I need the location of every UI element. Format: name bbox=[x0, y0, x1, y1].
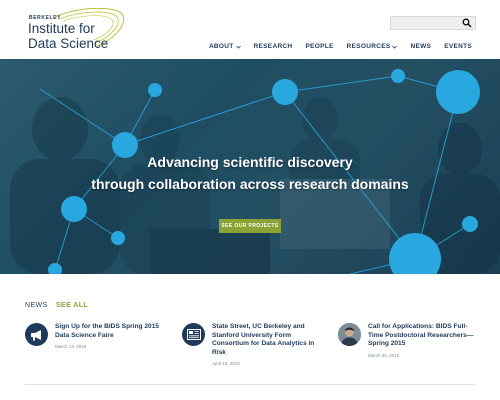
hero-headline-line2: through collaboration across research do… bbox=[91, 176, 409, 192]
section-divider bbox=[25, 384, 475, 385]
nav-item-about[interactable]: ABOUT bbox=[209, 43, 241, 50]
megaphone-icon bbox=[30, 329, 41, 340]
see-all-link[interactable]: SEE ALL bbox=[56, 302, 88, 309]
news-text: Call for Applications: BIDS Full-Time Po… bbox=[368, 323, 478, 358]
news-date: March 13, 2015 bbox=[55, 344, 87, 349]
main-nav: ABOUT RESEARCH PEOPLE RESOURCES NEWS EVE… bbox=[209, 43, 472, 50]
news-thumbnail[interactable] bbox=[338, 323, 361, 346]
chevron-down-icon bbox=[235, 45, 241, 49]
logo-title-line1: Institute for bbox=[28, 21, 95, 36]
news-date: April 15, 2015 bbox=[212, 361, 240, 366]
chevron-down-icon bbox=[392, 45, 398, 49]
nav-item-label: EVENTS bbox=[444, 43, 472, 50]
nav-item-news[interactable]: NEWS bbox=[410, 43, 431, 50]
nav-item-resources[interactable]: RESOURCES bbox=[347, 43, 398, 50]
nav-item-label: PEOPLE bbox=[305, 43, 334, 50]
nav-item-label: RESOURCES bbox=[346, 43, 391, 50]
search-box bbox=[390, 16, 476, 30]
news-text: Sign Up for the BIDS Spring 2015 Data Sc… bbox=[55, 323, 165, 349]
news-item: State Street, UC Berkeley and Stanford U… bbox=[182, 323, 322, 366]
news-title[interactable]: Sign Up for the BIDS Spring 2015 Data Sc… bbox=[55, 323, 165, 340]
news-item: Sign Up for the BIDS Spring 2015 Data Sc… bbox=[25, 323, 165, 349]
nav-item-label: ABOUT bbox=[208, 43, 234, 50]
nav-item-label: RESEARCH bbox=[253, 43, 293, 50]
nav-item-research[interactable]: RESEARCH bbox=[254, 43, 293, 50]
hero-banner: Advancing scientific discovery through c… bbox=[0, 59, 500, 274]
bids-logo[interactable]: BERKELEY Institute for Data Science bbox=[25, 8, 135, 54]
nav-item-label: NEWS bbox=[410, 43, 432, 50]
see-our-projects-button[interactable]: SEE OUR PROJECTS bbox=[219, 219, 281, 233]
hero-headline-line1: Advancing scientific discovery bbox=[147, 154, 353, 170]
logo-title-line2: Data Science bbox=[28, 36, 109, 51]
news-thumbnail[interactable] bbox=[25, 323, 48, 346]
search-input[interactable] bbox=[391, 17, 461, 29]
news-date: March 30, 2015 bbox=[368, 352, 400, 358]
nav-item-events[interactable]: EVENTS bbox=[444, 43, 472, 50]
news-item: Call for Applications: BIDS Full-Time Po… bbox=[338, 323, 478, 358]
newspaper-icon bbox=[186, 329, 201, 340]
person-avatar bbox=[338, 323, 361, 346]
news-text: State Street, UC Berkeley and Stanford U… bbox=[212, 323, 322, 366]
hero-headline: Advancing scientific discovery through c… bbox=[0, 151, 500, 195]
search-icon[interactable] bbox=[462, 18, 472, 28]
site-header: BERKELEY Institute for Data Science ABOU… bbox=[0, 0, 500, 59]
news-label: NEWS bbox=[25, 302, 48, 309]
news-title[interactable]: State Street, UC Berkeley and Stanford U… bbox=[212, 323, 322, 357]
nav-item-people[interactable]: PEOPLE bbox=[305, 43, 333, 50]
news-thumbnail[interactable] bbox=[182, 323, 205, 346]
news-section-header: NEWS SEE ALL bbox=[25, 302, 88, 309]
news-title[interactable]: Call for Applications: BIDS Full-Time Po… bbox=[368, 323, 478, 349]
